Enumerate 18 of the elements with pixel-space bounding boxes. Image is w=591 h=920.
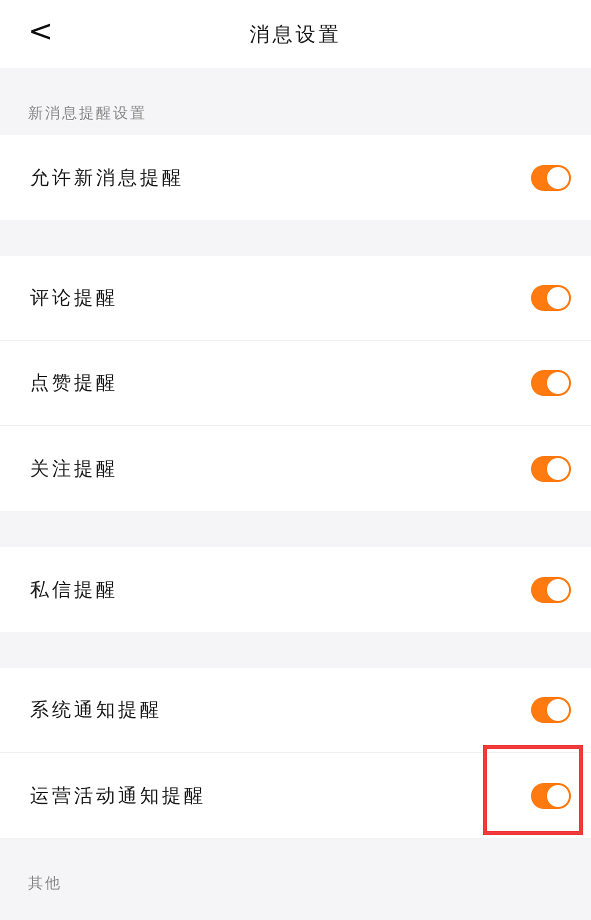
toggle-switch[interactable]: [531, 576, 571, 602]
back-button[interactable]: <: [22, 14, 60, 49]
toggle-switch[interactable]: [531, 164, 571, 190]
toggle-switch[interactable]: [531, 370, 571, 396]
toggle-switch[interactable]: [531, 456, 571, 482]
toggle-switch[interactable]: [531, 782, 571, 808]
setting-label: 系统通知提醒: [30, 698, 162, 723]
setting-label: 允许新消息提醒: [30, 166, 184, 190]
setting-label: 关注提醒: [30, 456, 118, 482]
setting-label: 私信提醒: [30, 578, 118, 602]
setting-label: 评论提醒: [30, 286, 118, 311]
page-title: 消息设置: [250, 20, 342, 48]
section-heading: 其他: [28, 874, 62, 893]
setting-label: 运营活动通知提醒: [30, 784, 206, 808]
setting-label: 点赞提醒: [30, 371, 118, 396]
section-heading: 新消息提醒设置: [28, 104, 147, 123]
toggle-switch[interactable]: [531, 285, 571, 311]
toggle-switch[interactable]: [531, 697, 571, 723]
